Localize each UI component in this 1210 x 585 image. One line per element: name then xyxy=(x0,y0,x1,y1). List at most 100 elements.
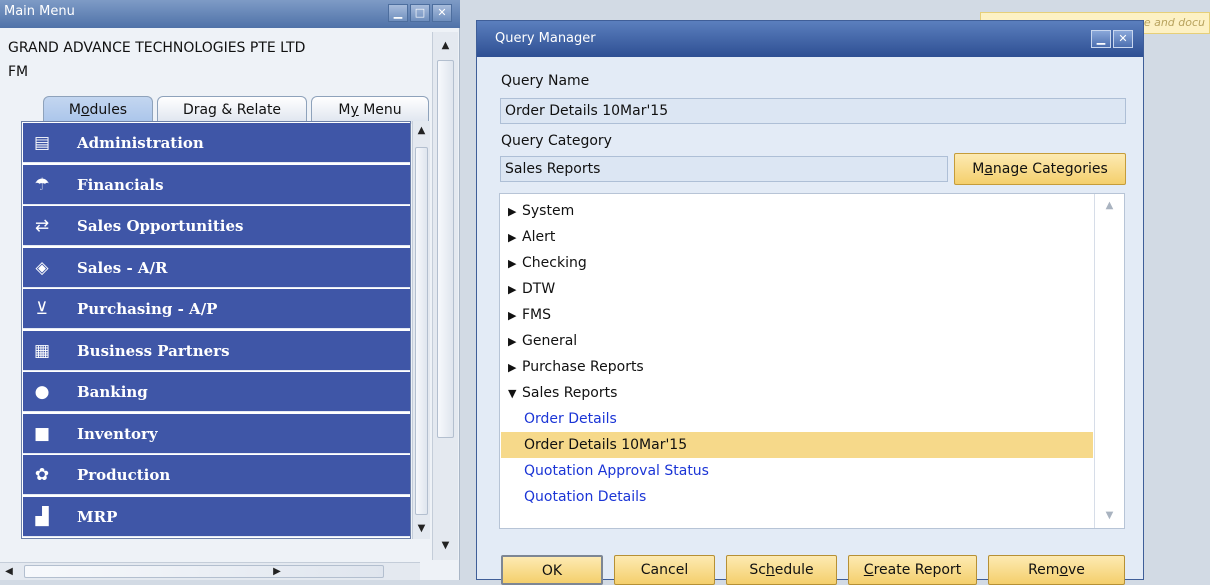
manage-categories-mnemonic: a xyxy=(984,161,993,177)
hscroll-thumb[interactable] xyxy=(24,565,384,578)
coins-icon: ● xyxy=(34,382,50,402)
module-item[interactable]: ■ Inventory xyxy=(23,413,410,454)
modules-scrollbar[interactable]: ▲ ▼ xyxy=(412,121,430,539)
modules-scroll-thumb[interactable] xyxy=(415,147,428,515)
expand-arrow-icon[interactable]: ▶ xyxy=(508,355,522,381)
close-icon[interactable]: ✕ xyxy=(432,4,452,22)
create-report-button[interactable]: Create Report xyxy=(848,555,977,585)
qm-minimize-icon[interactable]: ▁ xyxy=(1091,30,1111,48)
tree-scroll-up-arrow-icon[interactable]: ▲ xyxy=(1095,200,1124,211)
background-strip-text: e and docu xyxy=(1143,16,1205,29)
outer-scroll-thumb[interactable] xyxy=(437,60,454,438)
tree-scroll-down-arrow-icon[interactable]: ▼ xyxy=(1095,510,1124,521)
qm-close-icon[interactable]: ✕ xyxy=(1113,30,1133,48)
tree-category[interactable]: ▶ General xyxy=(501,328,1093,354)
module-item[interactable]: ▟ MRP xyxy=(23,496,410,537)
cancel-button[interactable]: Cancel xyxy=(614,555,715,585)
module-item[interactable]: ◈ Sales - A/R xyxy=(23,247,410,288)
tree-category[interactable]: ▶ Alert xyxy=(501,224,1093,250)
tree-label: System xyxy=(522,203,575,219)
tree-label: Order Details xyxy=(524,411,617,427)
expand-arrow-icon[interactable]: ▶ xyxy=(508,277,522,303)
tab-my-menu-mnemonic: y xyxy=(350,102,359,118)
module-label: Business Partners xyxy=(77,341,230,360)
main-menu-titlebar[interactable]: Main Menu ▁ □ ✕ xyxy=(0,0,460,28)
tree-category[interactable]: ▶ System xyxy=(501,198,1093,224)
create-report-label-rest: reate Report xyxy=(873,562,962,578)
tree-label: Purchase Reports xyxy=(522,359,644,375)
query-category-label: Query Category xyxy=(501,133,612,149)
manage-categories-button[interactable]: Manage Categories xyxy=(954,153,1126,185)
user-code: FM xyxy=(8,64,29,80)
module-item[interactable]: ⇄ Sales Opportunities xyxy=(23,206,410,246)
tree-category[interactable]: ▶ FMS xyxy=(501,302,1093,328)
expand-arrow-icon[interactable]: ▶ xyxy=(508,329,522,355)
document-icon: ▤ xyxy=(33,133,51,153)
module-label: Financials xyxy=(77,175,164,194)
tree-query[interactable]: Quotation Details xyxy=(501,484,1093,510)
module-item[interactable]: ✿ Production xyxy=(23,455,410,495)
ok-button[interactable]: OK xyxy=(501,555,603,585)
minimize-icon[interactable]: ▁ xyxy=(388,4,408,22)
module-item[interactable]: ⊻ Purchasing - A/P xyxy=(23,289,410,329)
scroll-up-arrow-icon[interactable]: ▲ xyxy=(413,125,430,136)
query-manager-dialog: Query Manager ▁ ✕ Query Name Order Detai… xyxy=(476,20,1144,585)
schedule-button[interactable]: Schedule xyxy=(726,555,837,585)
tab-drag-relate-label: Drag & Relate xyxy=(182,102,282,118)
tree-query[interactable]: Quotation Approval Status xyxy=(501,458,1093,484)
module-item[interactable]: ● Banking xyxy=(23,372,410,412)
query-category-field[interactable]: Sales Reports xyxy=(500,156,948,182)
tab-modules-label: M xyxy=(68,102,81,118)
tree-category[interactable]: ▶ Checking xyxy=(501,250,1093,276)
query-manager-title: Query Manager xyxy=(495,31,596,46)
tab-my-menu[interactable]: My Menu xyxy=(311,96,429,124)
tab-modules-mnemonic: o xyxy=(80,102,90,118)
sales-opportunities-icon: ⇄ xyxy=(34,216,50,236)
sales-tag-icon: ◈ xyxy=(35,257,49,278)
expand-arrow-icon[interactable]: ▶ xyxy=(508,225,522,251)
outer-scroll-down-arrow-icon[interactable]: ▼ xyxy=(433,540,458,551)
tab-drag-relate[interactable]: Drag & Relate xyxy=(157,96,307,124)
scroll-left-arrow-icon[interactable]: ◀ xyxy=(4,566,14,577)
query-manager-titlebar[interactable]: Query Manager ▁ ✕ xyxy=(477,21,1143,57)
manage-categories-label-rest: nage Categories xyxy=(992,161,1108,177)
tree-query[interactable]: Order Details xyxy=(501,406,1093,432)
scroll-right-arrow-icon[interactable]: ▶ xyxy=(272,566,282,577)
expand-arrow-icon[interactable]: ▶ xyxy=(508,303,522,329)
remove-button[interactable]: Remove xyxy=(988,555,1125,585)
query-name-label: Query Name xyxy=(501,73,590,89)
module-item[interactable]: ▤ Administration xyxy=(23,123,410,163)
manage-categories-label: M xyxy=(972,161,985,177)
outer-scroll-up-arrow-icon[interactable]: ▲ xyxy=(433,40,458,51)
main-menu-hscrollbar[interactable]: ◀ ▶ xyxy=(0,562,420,580)
collapse-arrow-icon[interactable]: ▼ xyxy=(508,381,522,407)
tree-category[interactable]: ▶ DTW xyxy=(501,276,1093,302)
module-label: Banking xyxy=(77,383,148,401)
tree-label: General xyxy=(522,333,578,349)
tree-query-selected[interactable]: Order Details 10Mar'15 xyxy=(501,432,1093,458)
expand-arrow-icon[interactable]: ▶ xyxy=(508,251,522,277)
module-item[interactable]: ▦ Business Partners xyxy=(23,330,410,371)
query-name-field[interactable]: Order Details 10Mar'15 xyxy=(500,98,1126,124)
module-item[interactable]: ☂ Financials xyxy=(23,164,410,205)
modules-list: ▤ Administration ☂ Financials ⇄ Sales Opportu… xyxy=(21,121,411,539)
financials-icon: ☂ xyxy=(34,174,50,195)
query-tree-scrollbar[interactable]: ▲ ▼ xyxy=(1094,194,1124,528)
remove-label-rest: ve xyxy=(1068,562,1085,578)
main-menu-scrollbar[interactable]: ▲ ▼ xyxy=(432,32,458,560)
module-label: Administration xyxy=(77,134,204,152)
tree-category[interactable]: ▶ Purchase Reports xyxy=(501,354,1093,380)
company-name: GRAND ADVANCE TECHNOLOGIES PTE LTD xyxy=(8,40,306,56)
remove-mnemonic: o xyxy=(1059,562,1069,578)
expand-arrow-icon[interactable]: ▶ xyxy=(508,199,522,225)
query-tree: ▶ System ▶ Alert ▶ Checking ▶ DTW ▶ FMS ▶ General ▶ P… xyxy=(499,193,1125,529)
maximize-icon[interactable]: □ xyxy=(410,4,430,22)
ok-button-label: OK xyxy=(541,563,563,579)
tree-label: Checking xyxy=(522,255,587,271)
main-menu-window: Main Menu ▁ □ ✕ GRAND ADVANCE TECHNOLOGI… xyxy=(0,0,460,580)
module-label: Sales Opportunities xyxy=(77,217,244,235)
tree-category[interactable]: ▼ Sales Reports xyxy=(501,380,1093,406)
tab-modules[interactable]: Modules xyxy=(43,96,153,124)
mrp-icon: ▟ xyxy=(35,506,49,527)
scroll-down-arrow-icon[interactable]: ▼ xyxy=(413,523,430,534)
